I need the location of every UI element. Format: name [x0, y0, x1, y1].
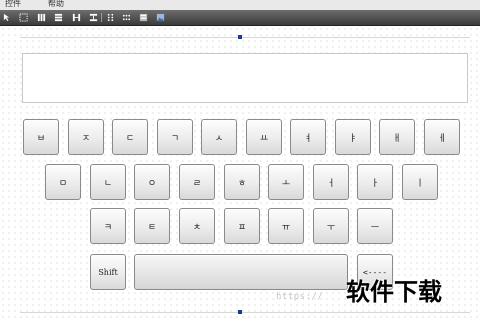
menu-controls[interactable]: 控件: [5, 0, 21, 8]
space-key[interactable]: [134, 254, 348, 290]
key[interactable]: ㅜ: [313, 208, 349, 244]
distribute-icon[interactable]: [72, 13, 81, 22]
list-icon[interactable]: [139, 13, 148, 22]
key[interactable]: ㅑ: [335, 119, 371, 155]
key[interactable]: ㅣ: [402, 164, 438, 200]
grid-dots-icon[interactable]: [106, 13, 115, 22]
key[interactable]: ㅐ: [379, 119, 415, 155]
key[interactable]: ㅎ: [224, 164, 260, 200]
spacing-icon[interactable]: [89, 13, 98, 22]
key[interactable]: ㅕ: [290, 119, 326, 155]
key[interactable]: ㅏ: [357, 164, 393, 200]
key[interactable]: ㅡ: [357, 208, 393, 244]
key[interactable]: ㅌ: [134, 208, 170, 244]
toolbar-separator: [101, 13, 102, 22]
key[interactable]: ㅁ: [45, 164, 81, 200]
key[interactable]: ㄹ: [179, 164, 215, 200]
key[interactable]: ㅈ: [68, 119, 104, 155]
watermark-logo: 软件下载: [346, 278, 442, 306]
key[interactable]: ㄷ: [112, 119, 148, 155]
key[interactable]: ㅠ: [268, 208, 304, 244]
key[interactable]: ㅂ: [23, 119, 59, 155]
shift-key[interactable]: Shift: [90, 254, 126, 290]
key[interactable]: ㅛ: [246, 119, 282, 155]
key[interactable]: ㅋ: [90, 208, 126, 244]
pointer-tool-icon[interactable]: [3, 13, 12, 22]
toolbar: [0, 10, 480, 26]
key[interactable]: ㅅ: [201, 119, 237, 155]
select-tool-icon[interactable]: [19, 13, 28, 22]
key[interactable]: ㅓ: [313, 164, 349, 200]
form-top-guide: [20, 37, 470, 38]
form-bottom-guide: [20, 312, 470, 313]
resize-handle-bottom[interactable]: [238, 310, 242, 314]
text-display[interactable]: [22, 53, 468, 103]
key[interactable]: ㄱ: [157, 119, 193, 155]
key[interactable]: ㄴ: [90, 164, 126, 200]
align-vertical-icon[interactable]: [37, 13, 46, 22]
key[interactable]: ㅍ: [224, 208, 260, 244]
key[interactable]: ㅔ: [424, 119, 460, 155]
image-icon[interactable]: [156, 13, 165, 22]
grid-dots-alt-icon[interactable]: [122, 13, 131, 22]
menu-help[interactable]: 帮助: [48, 0, 64, 8]
key[interactable]: ㅗ: [268, 164, 304, 200]
resize-handle-top[interactable]: [238, 35, 242, 39]
align-horizontal-icon[interactable]: [54, 13, 63, 22]
key[interactable]: ㅇ: [134, 164, 170, 200]
watermark-url: https://: [276, 292, 324, 302]
key[interactable]: ㅊ: [179, 208, 215, 244]
